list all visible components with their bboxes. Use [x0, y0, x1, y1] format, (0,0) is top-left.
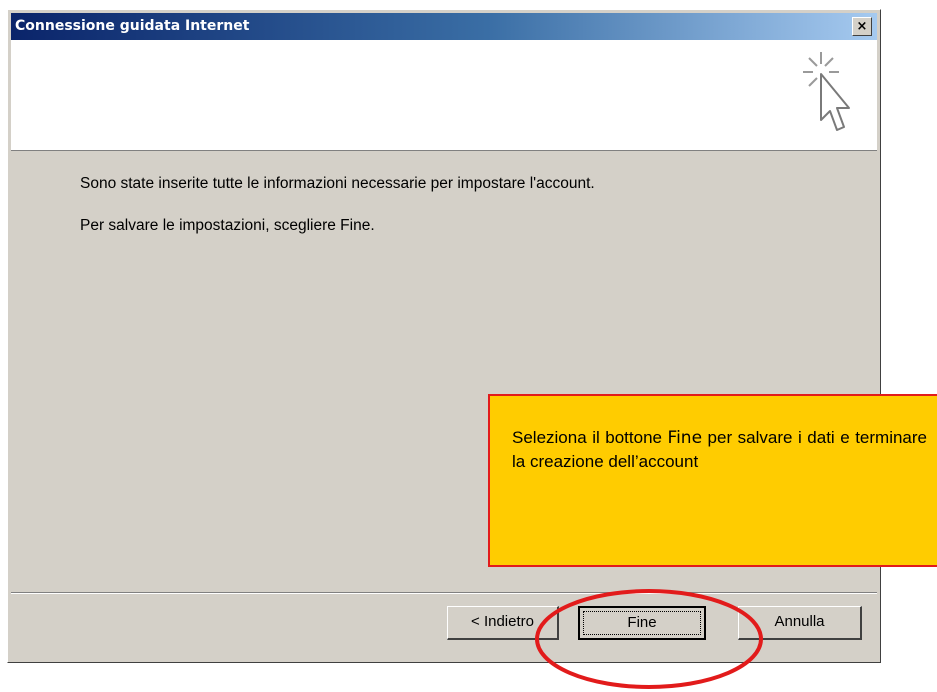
wizard-content: Sono state inserite tutte le informazion… — [80, 175, 840, 259]
cancel-button[interactable]: Annulla — [738, 606, 862, 640]
callout-text-start: Seleziona il bottone — [512, 428, 668, 447]
info-text-2: Per salvare le impostazioni, scegliere F… — [80, 217, 375, 234]
button-separator — [11, 592, 877, 594]
title-bar[interactable]: Connessione guidata Internet × — [11, 13, 877, 40]
instruction-callout: Seleziona il bottone Fine per salvare i … — [488, 394, 937, 567]
wizard-cursor-icon — [803, 52, 850, 131]
finish-button[interactable]: Fine — [578, 606, 706, 640]
close-icon: × — [856, 19, 868, 34]
info-text-1: Sono state inserite tutte le informazion… — [80, 175, 595, 192]
callout-highlight: Fine — [667, 428, 703, 448]
close-button[interactable]: × — [852, 17, 872, 36]
back-button[interactable]: < Indietro — [447, 606, 559, 640]
wizard-header — [11, 40, 877, 151]
window-title: Connessione guidata Internet — [15, 18, 250, 34]
